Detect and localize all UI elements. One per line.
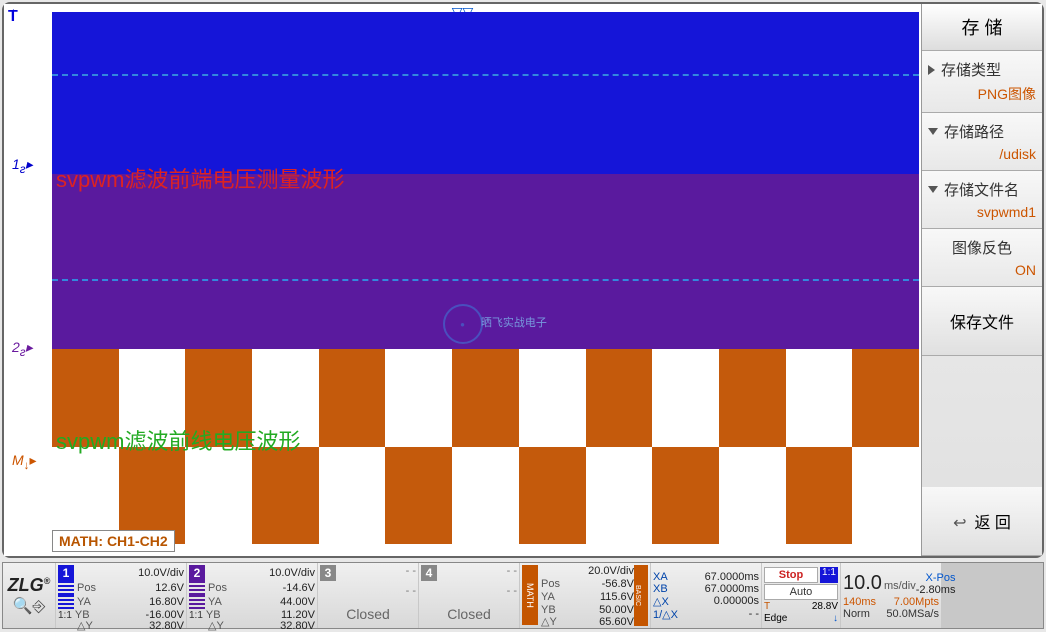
dc-coupling-icon [189,581,205,595]
ch2-ground-marker[interactable]: 2ƨ▸ [12,339,33,359]
chevron-down-icon [928,128,938,135]
ch1-ground-marker[interactable]: 1ƨ▸ [12,156,33,176]
save-file-button[interactable]: 保存文件 [922,287,1042,356]
status-bar: ZLG® 🔍⎆ 110.0V/div Pos12.6V YA16.80V 1:1… [2,562,1044,629]
storage-filename-item[interactable]: 存储文件名 svpwmd1 [922,171,1042,229]
basic-badge: BASIC [634,565,648,626]
math-source-label: MATH: CH1-CH2 [52,530,175,552]
brand-logo: ZLG® 🔍⎆ [3,563,55,628]
edge-falling-icon: ↓ [833,613,838,624]
image-invert-item[interactable]: 图像反色 ON [922,229,1042,287]
watermark-logo-icon: ● [443,304,483,344]
ch1-badge: 1 [58,565,74,581]
cursor-line-yb[interactable] [52,279,919,281]
cursor-info-box[interactable]: XA67.0000ms XB67.0000ms △X0.00000s 1/△X-… [651,563,761,628]
dc-coupling-icon [58,595,74,609]
math-badge: MATH [522,565,538,625]
waveform-display[interactable]: ↑ T ▽▽ [4,4,922,556]
timebase-box[interactable]: 10.0ms/div X-Pos -2.80ms 140ms7.00Mpts N… [841,563,941,628]
math-info-box[interactable]: MATH 20.0V/div Pos-56.8V YA115.6V YB50.0… [520,563,650,628]
ch1-info-box[interactable]: 110.0V/div Pos12.6V YA16.80V 1:1YB-16.00… [56,563,186,628]
storage-path-item[interactable]: 存储路径 /udisk [922,113,1042,171]
back-button[interactable]: ↩返 回 [922,487,1042,556]
ch1-waveform [52,12,919,174]
storage-type-item[interactable]: 存储类型 PNG图像 [922,51,1042,113]
back-arrow-icon: ↩ [953,513,966,533]
ch3-badge: 3 [320,565,336,581]
panel-header: 存 储 [922,4,1042,51]
ch3-info-box[interactable]: 3- - - - Closed [318,563,418,628]
dc-coupling-icon [189,595,205,609]
math-ground-marker[interactable]: M↓▸ [12,452,37,472]
ch4-badge: 4 [421,565,437,581]
stop-button[interactable]: Stop [764,567,818,583]
ch4-info-box[interactable]: 4- - - - Closed [419,563,519,628]
trigger-mode[interactable]: Auto [764,584,838,600]
watermark-text: 晒飞实战电子 [481,314,547,330]
dc-coupling-icon [58,581,74,595]
magnifier-icon[interactable]: 🔍⎆ [13,596,46,616]
annotation-green: svpwm滤波前线电压波形 [56,424,300,456]
trigger-status-box[interactable]: Stop 1:1 Auto T28.8V Edge↓ [762,563,840,628]
chevron-down-icon [928,186,938,193]
trigger-marker: T [8,8,18,26]
ch2-badge: 2 [189,565,205,581]
ch2-info-box[interactable]: 210.0V/div Pos-14.6V YA44.00V 1:1YB11.20… [187,563,317,628]
storage-side-panel: 存 储 存储类型 PNG图像 存储路径 /udisk 存储文件名 svpwmd1… [922,4,1042,556]
chevron-right-icon [928,65,935,75]
cursor-line-ya[interactable] [52,74,919,76]
trig-ch-icon: 1:1 [820,567,838,583]
annotation-red: svpwm滤波前端电压测量波形 [56,162,344,194]
